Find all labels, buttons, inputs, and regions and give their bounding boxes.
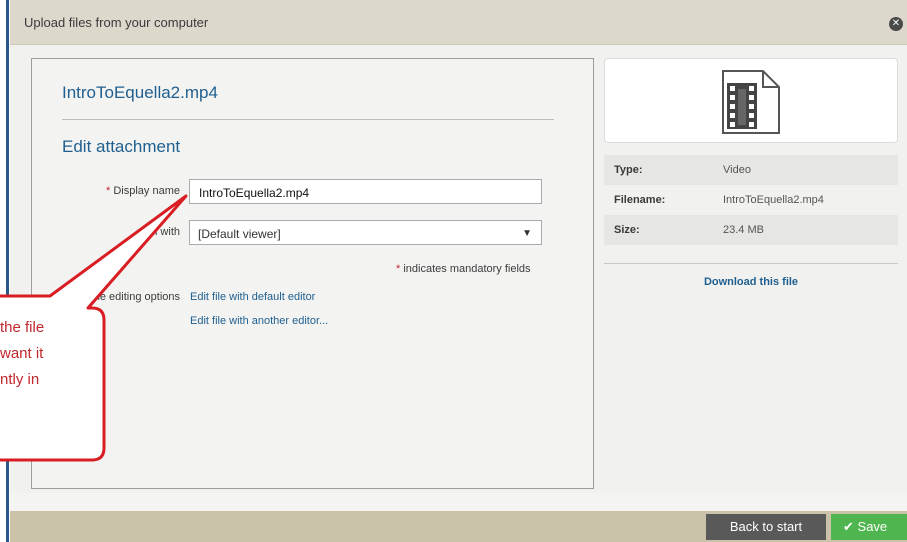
check-icon: ✔	[843, 519, 854, 534]
chevron-down-icon: ▼	[522, 228, 532, 239]
viewer-select-value: [Default viewer]	[198, 227, 281, 241]
meta-row-filename: Filename: IntroToEquella2.mp4	[604, 185, 898, 215]
save-button-label: Save	[857, 519, 888, 534]
dialog-title: Upload files from your computer	[24, 15, 209, 30]
section-heading: Edit attachment	[62, 137, 181, 156]
page-edge	[0, 0, 10, 542]
download-file-link[interactable]: Download this file	[604, 276, 898, 288]
back-to-start-button[interactable]: Back to start	[706, 514, 826, 540]
edit-attachment-panel: IntroToEquella2.mp4 Edit attachment * Di…	[31, 58, 594, 489]
file-editing-label: le editing options	[97, 291, 180, 303]
meta-key: Filename:	[614, 194, 666, 206]
close-icon[interactable]: ✕	[889, 17, 903, 31]
meta-key: Type:	[614, 164, 643, 176]
meta-value: Video	[723, 164, 751, 176]
sidebar-divider	[604, 263, 898, 264]
meta-value: 23.4 MB	[723, 224, 764, 236]
display-name-label: * Display name	[106, 185, 180, 197]
required-marker: *	[396, 263, 401, 275]
save-button[interactable]: ✔ Save	[831, 514, 907, 540]
meta-row-type: Type: Video	[604, 155, 898, 185]
meta-row-size: Size: 23.4 MB	[604, 215, 898, 245]
heading-divider	[62, 119, 554, 120]
dialog-titlebar: Upload files from your computer ✕	[10, 0, 907, 45]
callout-text-line: ntly in	[0, 371, 40, 388]
file-thumbnail	[604, 58, 898, 143]
required-marker: *	[106, 185, 111, 197]
file-heading: IntroToEquella2.mp4	[62, 83, 218, 102]
display-name-input[interactable]: IntroToEquella2.mp4	[189, 179, 542, 204]
edit-another-editor-link[interactable]: Edit file with another editor...	[190, 315, 328, 327]
meta-value: IntroToEquella2.mp4	[723, 194, 824, 206]
callout-text-line: the file	[0, 319, 45, 336]
edit-default-editor-link[interactable]: Edit file with default editor	[190, 291, 315, 303]
viewer-select[interactable]: [Default viewer] ▼	[189, 220, 542, 245]
video-file-icon	[722, 70, 780, 134]
meta-key: Size:	[614, 224, 640, 236]
dialog-bottom-spacer	[10, 493, 907, 511]
callout-text-line: want it	[0, 345, 44, 362]
open-with-label: en with	[145, 226, 180, 238]
mandatory-note: * indicates mandatory fields	[396, 263, 531, 275]
upload-dialog: Upload files from your computer ✕ IntroT…	[10, 0, 907, 542]
